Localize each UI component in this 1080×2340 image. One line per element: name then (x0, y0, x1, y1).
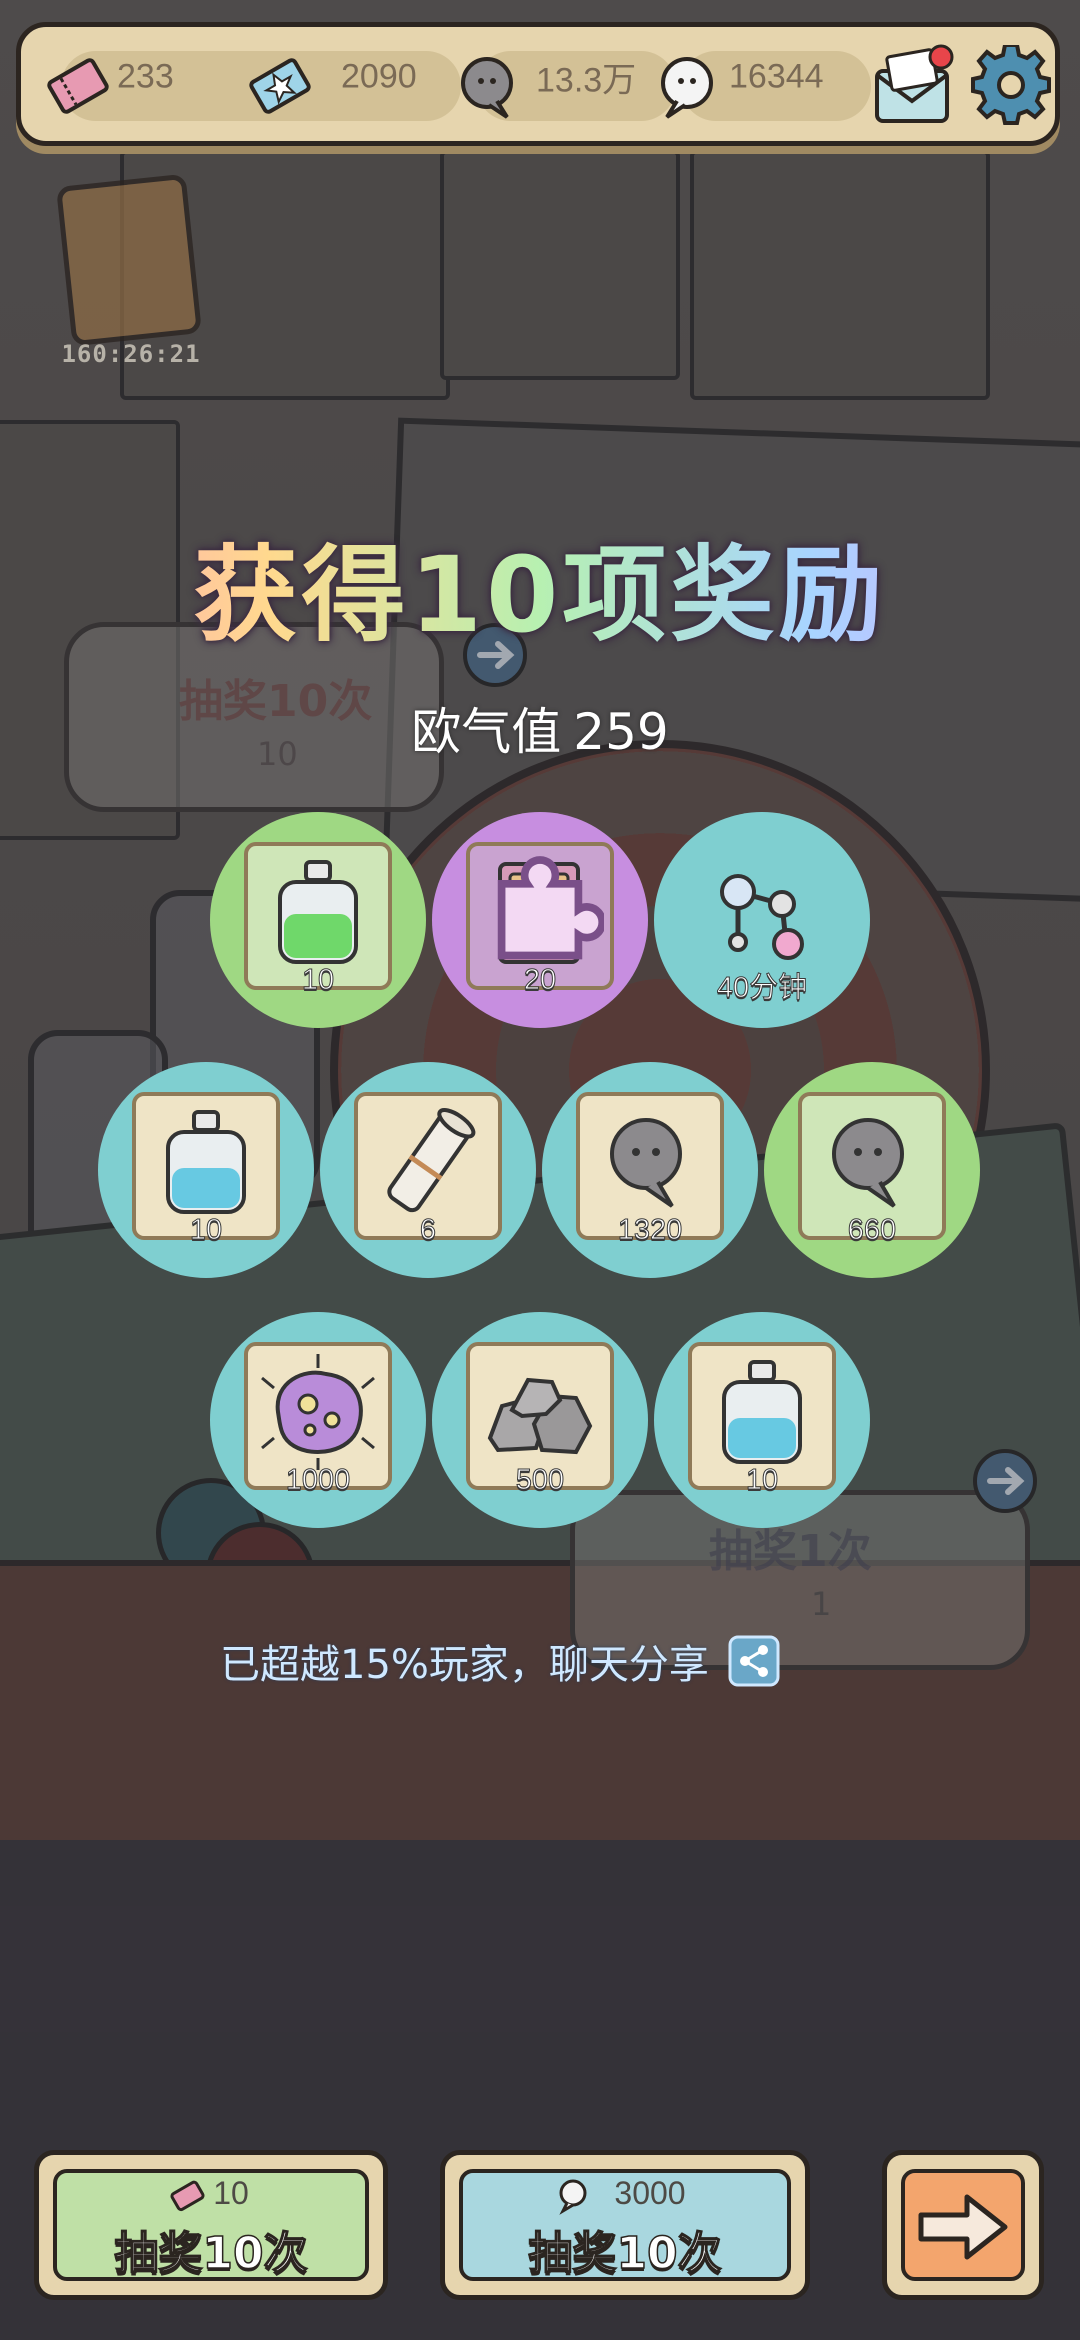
reward-item-scroll[interactable]: 6 (320, 1062, 536, 1278)
germ-icon (261, 1354, 375, 1470)
gray-bubble-icon (832, 1118, 904, 1208)
gray-bubble-count: 13.3万 (536, 61, 637, 100)
scroll-icon (387, 1108, 476, 1213)
draw10-ticket-cost: 10 (213, 2175, 249, 2211)
draw10-bubble-button[interactable]: 3000 抽奖10次 (440, 2150, 810, 2300)
white-bubble-count: 16344 (729, 57, 824, 96)
reward-qty: 660 (847, 1214, 897, 1247)
event-timer: 160:26:21 (61, 340, 201, 368)
reward-qty: 10 (189, 1214, 223, 1247)
reward-item-green-potion[interactable]: 10 (210, 812, 426, 1028)
reward-item-blue-potion[interactable]: 10 (654, 1312, 870, 1528)
share-text: 已超越15%玩家，聊天分享 (220, 1642, 709, 1688)
reward-qty: 10 (301, 964, 335, 997)
star-ticket-icon (249, 58, 311, 114)
share-icon[interactable] (727, 1634, 781, 1688)
green-potion-icon (278, 860, 358, 964)
reward-item-gray-bubble[interactable]: 1320 (542, 1062, 758, 1278)
reward-item-germ[interactable]: 1000 (210, 1312, 426, 1528)
draw10-ticket-label: 抽奖10次 (114, 2227, 309, 2280)
gray-bubble-icon (461, 57, 513, 119)
reward-qty: 20 (523, 964, 557, 997)
reward-item-stones[interactable]: 500 (432, 1312, 648, 1528)
luck-value-line: 欧气值 259 (0, 692, 1080, 764)
blue-potion-icon (722, 1360, 802, 1464)
luck-value: 259 (573, 703, 669, 761)
luck-label: 欧气值 (411, 703, 562, 761)
reward-item-spell-book[interactable]: 20 (432, 812, 648, 1028)
ticket-count: 233 (117, 57, 174, 96)
reward-qty: 1000 (285, 1464, 351, 1497)
stones-icon (487, 1377, 593, 1455)
right-arrow-icon (918, 2194, 1008, 2260)
reward-qty: 1320 (617, 1214, 683, 1247)
event-card[interactable]: 160:26:21 (46, 173, 216, 370)
top-currency-bar: 233 2090 13.3万 16344 (16, 22, 1060, 146)
gray-bubble-icon (610, 1118, 682, 1208)
reward-qty: 40分钟 (716, 972, 808, 1005)
reward-item-gray-bubble-rare[interactable]: 660 (764, 1062, 980, 1278)
ticket-icon (47, 58, 109, 114)
share-row[interactable]: 已超越15%玩家，聊天分享 (220, 1630, 781, 1692)
reward-item-molecule-boost[interactable]: 40分钟 (654, 812, 870, 1028)
settings-gear-icon[interactable] (971, 45, 1051, 125)
draw10-bubble-label: 抽奖10次 (528, 2227, 723, 2280)
event-card-image (55, 173, 203, 347)
reward-item-blue-potion[interactable]: 10 (98, 1062, 314, 1278)
star-ticket-count: 2090 (341, 57, 417, 96)
reward-qty: 6 (419, 1214, 437, 1247)
reward-title: 获得10项奖励 (0, 510, 1080, 661)
blue-potion-icon (166, 1110, 246, 1214)
reward-qty: 10 (745, 1464, 779, 1497)
molecule-icon (720, 874, 804, 960)
white-bubble-icon (661, 57, 713, 119)
draw10-ticket-button[interactable]: 10 抽奖10次 (34, 2150, 388, 2300)
mail-icon[interactable] (869, 37, 959, 137)
reward-qty: 500 (515, 1464, 565, 1497)
next-arrow-button[interactable] (882, 2150, 1044, 2300)
draw10-bubble-cost: 3000 (614, 2175, 686, 2211)
puzzle-piece-icon (497, 856, 604, 960)
